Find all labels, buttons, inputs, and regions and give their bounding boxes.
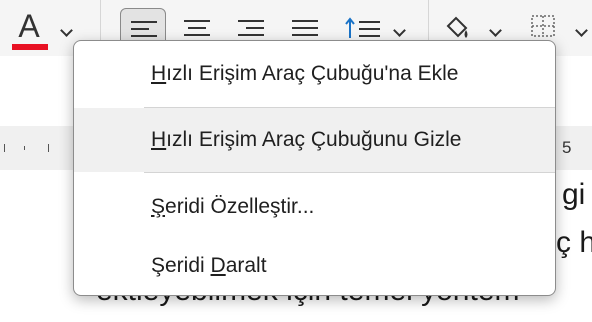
document-text-line: ç h [556,226,592,259]
menu-item-hide-quick-access-toolbar[interactable]: Hızlı Erişim Araç Çubuğunu Gizle [74,108,555,172]
borders-button[interactable] [526,12,560,42]
menu-item-label: ızlı Erişim Araç Çubuğunu Gizle [166,128,462,151]
ruler-tick [24,146,25,150]
borders-icon [531,15,555,37]
chevron-down-icon [489,24,502,37]
accelerator-key: D [210,254,226,277]
accelerator-key: H [151,128,167,151]
ruler-number: 5 [562,138,572,157]
menu-item-label: eridi Özelleştir... [165,195,315,218]
ruler-tick [4,144,5,152]
menu-item-add-to-quick-access-toolbar[interactable]: Hızlı Erişim Araç Çubuğu'na Ekle [74,41,555,107]
menu-item-label-prefix: Şeridi [151,254,211,277]
menu-item-customize-ribbon[interactable]: Şeridi Özelleştir... [74,175,555,239]
menu-item-label: aralt [225,254,267,277]
chevron-down-icon [60,24,73,37]
accelerator-key: H [151,62,167,85]
chevron-down-icon [393,24,406,37]
context-menu: Hızlı Erişim Araç Çubuğu'na Ekle Hızlı E… [73,40,556,296]
ribbon-divider [428,0,429,40]
borders-dropdown[interactable] [572,24,592,44]
ribbon-divider [100,0,101,40]
menu-item-label: ızlı Erişim Araç Çubuğu'na Ekle [166,62,459,85]
menu-divider [144,172,555,173]
menu-item-collapse-ribbon[interactable]: Şeridi Daralt [74,237,555,295]
font-color-bar [12,44,48,50]
document-text-line: gi [562,178,586,211]
font-color-button[interactable]: A [8,6,52,52]
chevron-down-icon [575,24,588,37]
font-color-letter: A [18,8,40,44]
accelerator-key: Ş [151,195,166,218]
ruler-tick [48,144,49,152]
